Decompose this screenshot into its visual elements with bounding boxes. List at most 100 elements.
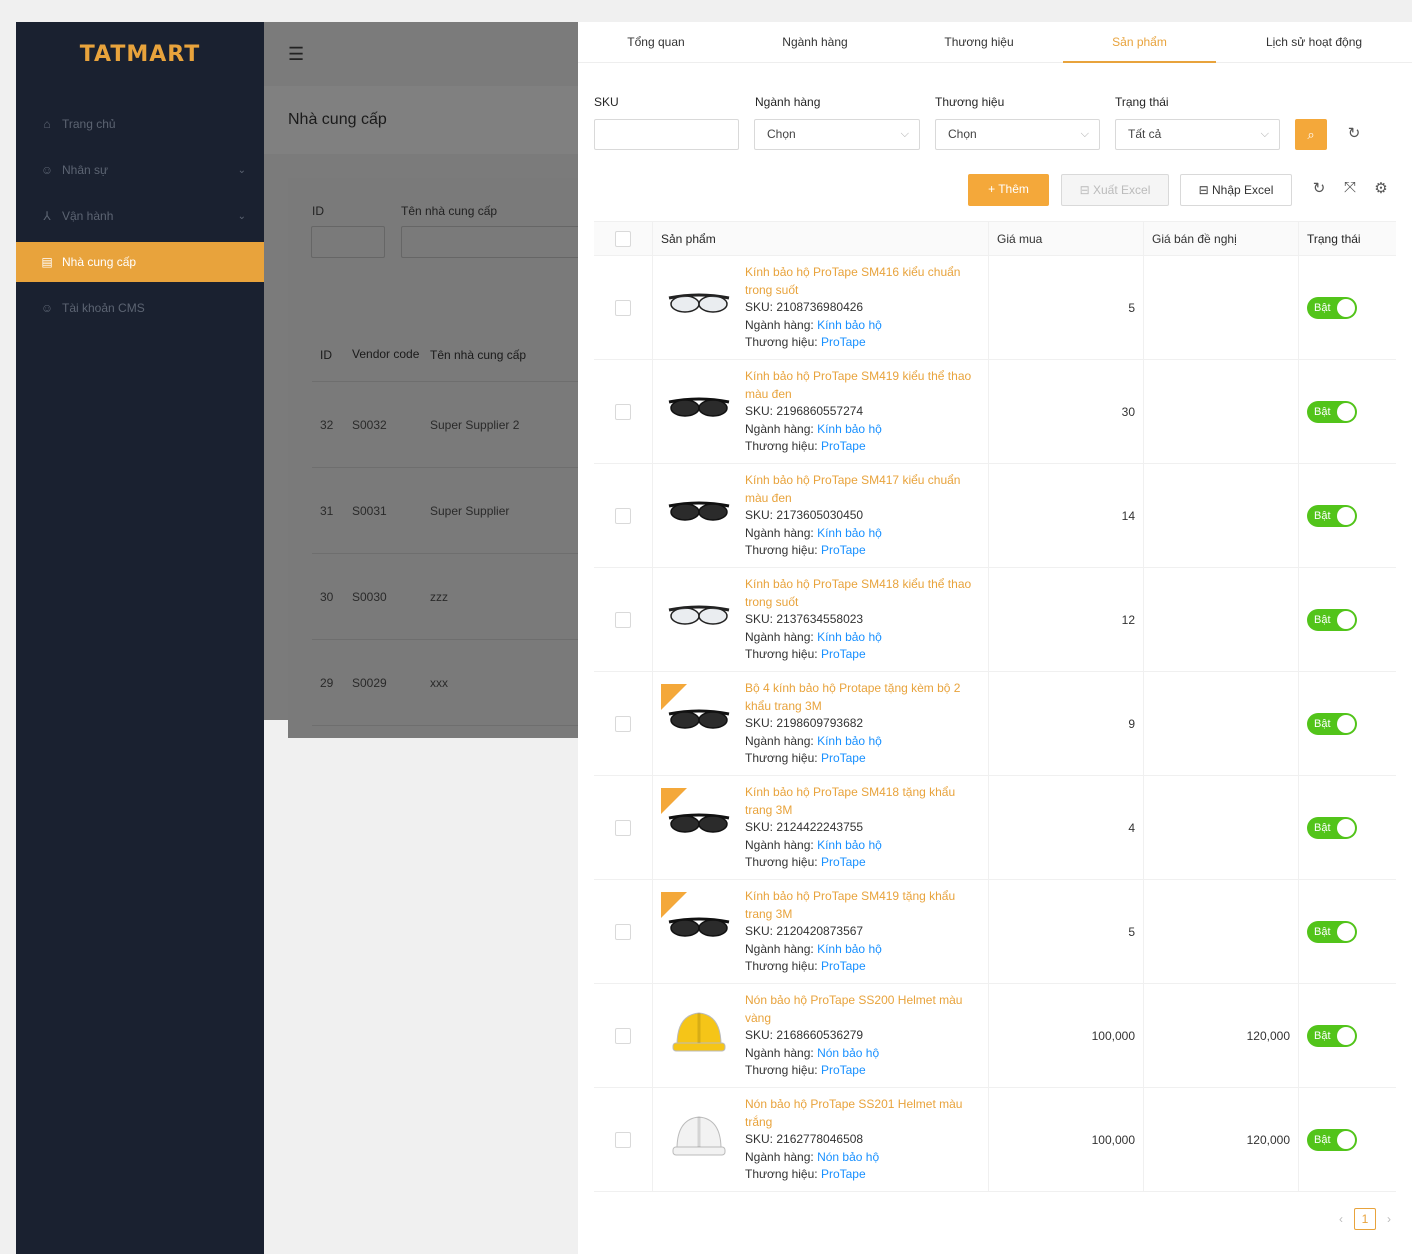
table-row[interactable]: Kính bảo hộ ProTape SM416 kiểu chuẩn tro… bbox=[594, 256, 1396, 360]
product-name[interactable]: Kính bảo hộ ProTape SM418 tặng khẩu tran… bbox=[745, 784, 980, 819]
product-name[interactable]: Kính bảo hộ ProTape SM418 kiểu thể thao … bbox=[745, 576, 980, 611]
sku-input[interactable] bbox=[594, 119, 739, 150]
sidebar-item-home[interactable]: ⌂ Trang chủ bbox=[16, 104, 264, 144]
category-select[interactable]: Chọn ⌵ bbox=[754, 119, 920, 150]
status-toggle[interactable]: Bật bbox=[1307, 400, 1357, 423]
brand-link[interactable]: ProTape bbox=[821, 335, 866, 349]
category-link[interactable]: Kính bảo hộ bbox=[817, 318, 882, 332]
row-checkbox[interactable] bbox=[615, 507, 631, 524]
status-toggle[interactable]: Bật bbox=[1307, 296, 1357, 319]
table-row[interactable]: Kính bảo hộ ProTape SM419 kiểu thể thao … bbox=[594, 360, 1396, 464]
brand-link[interactable]: ProTape bbox=[821, 439, 866, 453]
row-checkbox[interactable] bbox=[615, 299, 631, 316]
category-link[interactable]: Nón bảo hộ bbox=[817, 1150, 879, 1164]
table-row[interactable]: Bộ 4 kính bảo hộ Protape tặng kèm bộ 2 k… bbox=[594, 672, 1396, 776]
table-row[interactable]: Nón bảo hộ ProTape SS200 Helmet màu vàng… bbox=[594, 984, 1396, 1088]
reset-filter-button[interactable]: ↻ bbox=[1343, 124, 1365, 142]
category-link[interactable]: Kính bảo hộ bbox=[817, 422, 882, 436]
brand-filter-label: Thương hiệu bbox=[935, 95, 1005, 109]
brand-link[interactable]: ProTape bbox=[821, 1063, 866, 1077]
table-row[interactable]: 29 S0029 xxx bbox=[312, 640, 592, 726]
product-name[interactable]: Bộ 4 kính bảo hộ Protape tặng kèm bộ 2 k… bbox=[745, 680, 980, 715]
name-filter-input[interactable] bbox=[401, 226, 601, 258]
category-link[interactable]: Kính bảo hộ bbox=[817, 734, 882, 748]
category-link[interactable]: Nón bảo hộ bbox=[817, 1046, 879, 1060]
status-toggle[interactable]: Bật bbox=[1307, 712, 1357, 735]
product-name[interactable]: Kính bảo hộ ProTape SM419 kiểu thể thao … bbox=[745, 368, 980, 403]
product-name[interactable]: Kính bảo hộ ProTape SM419 tặng khẩu tran… bbox=[745, 888, 980, 923]
export-excel-button[interactable]: ⊟ Xuất Excel bbox=[1061, 174, 1169, 206]
next-page-icon[interactable]: › bbox=[1382, 1212, 1396, 1226]
row-checkbox[interactable] bbox=[615, 819, 631, 836]
row-checkbox[interactable] bbox=[615, 923, 631, 940]
table-row[interactable]: Kính bảo hộ ProTape SM418 kiểu thể thao … bbox=[594, 568, 1396, 672]
brand-link[interactable]: ProTape bbox=[821, 751, 866, 765]
status-toggle[interactable]: Bật bbox=[1307, 608, 1357, 631]
status-toggle[interactable]: Bật bbox=[1307, 1024, 1357, 1047]
select-all-checkbox[interactable] bbox=[615, 230, 631, 247]
suggest-price-cell bbox=[1144, 672, 1299, 775]
row-code: S0029 bbox=[352, 675, 387, 690]
tab-brand[interactable]: Thương hiệu bbox=[896, 22, 1062, 63]
suggest-price-cell: 120,000 bbox=[1144, 1088, 1299, 1191]
table-row[interactable]: Kính bảo hộ ProTape SM419 tặng khẩu tran… bbox=[594, 880, 1396, 984]
table-row[interactable]: Nón bảo hộ ProTape SS201 Helmet màu trắn… bbox=[594, 1088, 1396, 1192]
table-row[interactable]: 31 S0031 Super Supplier bbox=[312, 468, 592, 554]
user-group-icon: ☺ bbox=[40, 163, 54, 177]
product-info: Kính bảo hộ ProTape SM419 tặng khẩu tran… bbox=[745, 888, 980, 976]
tab-activity-history[interactable]: Lịch sử hoạt động bbox=[1216, 22, 1412, 63]
tab-category[interactable]: Ngành hàng bbox=[734, 22, 896, 63]
search-button[interactable]: ⌕ bbox=[1295, 119, 1327, 150]
row-name: zzz bbox=[430, 589, 448, 604]
settings-button[interactable]: ⚙ bbox=[1370, 179, 1392, 197]
brand-link[interactable]: ProTape bbox=[821, 1167, 866, 1181]
brand-select[interactable]: Chọn ⌵ bbox=[935, 119, 1100, 150]
row-checkbox[interactable] bbox=[615, 403, 631, 420]
table-row[interactable]: 32 S0032 Super Supplier 2 bbox=[312, 382, 592, 468]
row-select-cell bbox=[594, 776, 653, 879]
category-link[interactable]: Kính bảo hộ bbox=[817, 630, 882, 644]
table-row[interactable]: Kính bảo hộ ProTape SM417 kiểu chuẩn màu… bbox=[594, 464, 1396, 568]
status-toggle[interactable]: Bật bbox=[1307, 920, 1357, 943]
menu-toggle-icon[interactable]: ☰ bbox=[288, 44, 304, 65]
product-name[interactable]: Nón bảo hộ ProTape SS201 Helmet màu trắn… bbox=[745, 1096, 980, 1131]
sidebar-item-supplier[interactable]: ▤ Nhà cung cấp bbox=[16, 242, 264, 282]
add-button[interactable]: + Thêm bbox=[968, 174, 1049, 206]
product-name[interactable]: Kính bảo hộ ProTape SM417 kiểu chuẩn màu… bbox=[745, 472, 980, 507]
brand-link[interactable]: ProTape bbox=[821, 647, 866, 661]
product-thumbnail-promo-icon bbox=[667, 810, 731, 843]
import-excel-button[interactable]: ⊟ Nhập Excel bbox=[1180, 174, 1292, 206]
brand-link[interactable]: ProTape bbox=[821, 959, 866, 973]
row-checkbox[interactable] bbox=[615, 1131, 631, 1148]
product-category: Ngành hàng: Kính bảo hộ bbox=[745, 525, 980, 543]
product-thumbnail bbox=[661, 580, 737, 656]
table-row[interactable]: 30 S0030 zzz bbox=[312, 554, 592, 640]
brand-link[interactable]: ProTape bbox=[821, 543, 866, 557]
status-toggle[interactable]: Bật bbox=[1307, 504, 1357, 527]
status-toggle[interactable]: Bật bbox=[1307, 1128, 1357, 1151]
row-checkbox[interactable] bbox=[615, 611, 631, 628]
tab-products[interactable]: Sản phẩm bbox=[1063, 22, 1216, 63]
status-select[interactable]: Tất cả ⌵ bbox=[1115, 119, 1280, 150]
sidebar-item-operation[interactable]: ⅄ Vận hành ⌄ bbox=[16, 196, 264, 236]
id-filter-input[interactable] bbox=[311, 226, 385, 258]
product-thumbnail-promo-icon bbox=[667, 914, 731, 947]
product-name[interactable]: Nón bảo hộ ProTape SS200 Helmet màu vàng bbox=[745, 992, 980, 1027]
brand-link[interactable]: ProTape bbox=[821, 855, 866, 869]
sidebar-item-staff[interactable]: ☺ Nhân sự ⌄ bbox=[16, 150, 264, 190]
row-checkbox[interactable] bbox=[615, 1027, 631, 1044]
sidebar-item-cms-account[interactable]: ☺ Tài khoản CMS bbox=[16, 288, 264, 328]
category-link[interactable]: Kính bảo hộ bbox=[817, 942, 882, 956]
row-select-cell bbox=[594, 256, 653, 359]
row-checkbox[interactable] bbox=[615, 715, 631, 732]
product-name[interactable]: Kính bảo hộ ProTape SM416 kiểu chuẩn tro… bbox=[745, 264, 980, 299]
status-toggle[interactable]: Bật bbox=[1307, 816, 1357, 839]
category-link[interactable]: Kính bảo hộ bbox=[817, 838, 882, 852]
category-link[interactable]: Kính bảo hộ bbox=[817, 526, 882, 540]
table-row[interactable]: Kính bảo hộ ProTape SM418 tặng khẩu tran… bbox=[594, 776, 1396, 880]
fullscreen-button[interactable]: ⤧ bbox=[1339, 179, 1361, 196]
reload-button[interactable]: ↻ bbox=[1308, 179, 1330, 197]
page-number[interactable]: 1 bbox=[1354, 1208, 1376, 1230]
prev-page-icon[interactable]: ‹ bbox=[1334, 1212, 1348, 1226]
tab-overview[interactable]: Tổng quan bbox=[578, 22, 734, 63]
